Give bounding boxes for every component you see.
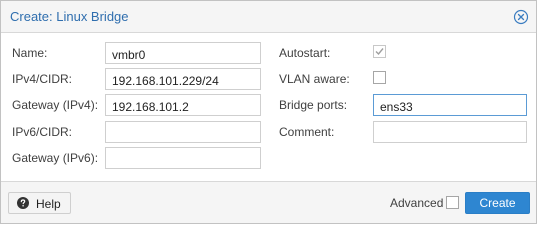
linux-bridge-dialog: Create: Linux Bridge Name: IPv4/CIDR: Ga… <box>0 0 537 224</box>
gateway-ipv6-field[interactable] <box>105 147 261 169</box>
create-button[interactable]: Create <box>465 192 530 214</box>
advanced-label: Advanced <box>390 196 444 210</box>
gateway-ipv4-label: Gateway (IPv4): <box>12 98 99 112</box>
ipv6-row: IPv6/CIDR: <box>1 121 271 143</box>
dialog-title: Create: Linux Bridge <box>10 9 129 24</box>
advanced-checkbox[interactable] <box>446 196 459 209</box>
comment-label: Comment: <box>279 125 335 139</box>
bridge-ports-row: Bridge ports: <box>271 94 537 116</box>
ipv4-row: IPv4/CIDR: <box>1 68 271 90</box>
name-field[interactable] <box>105 42 261 64</box>
gateway-ipv6-row: Gateway (IPv6): <box>1 147 271 169</box>
bridge-form: Name: IPv4/CIDR: Gateway (IPv4): IPv6/CI… <box>1 34 536 182</box>
bridge-ports-field[interactable] <box>373 94 527 116</box>
name-row: Name: <box>1 42 271 64</box>
comment-row: Comment: <box>271 121 537 143</box>
autostart-checkbox[interactable] <box>373 45 386 58</box>
dialog-titlebar[interactable]: Create: Linux Bridge <box>1 1 536 33</box>
ipv6-field[interactable] <box>105 121 261 143</box>
gateway-ipv6-label: Gateway (IPv6): <box>12 151 99 165</box>
help-button[interactable]: Help <box>8 192 71 214</box>
ipv4-label: IPv4/CIDR: <box>12 72 73 86</box>
bridge-ports-label: Bridge ports: <box>279 98 348 112</box>
vlan-aware-row: VLAN aware: <box>271 68 537 90</box>
checkmark-icon <box>375 48 384 56</box>
dialog-footer: Help Advanced Create <box>1 181 536 223</box>
comment-field[interactable] <box>373 121 527 143</box>
question-circle-icon <box>17 197 29 209</box>
autostart-label: Autostart: <box>279 46 331 60</box>
close-icon[interactable] <box>513 9 529 25</box>
autostart-row: Autostart: <box>271 42 537 64</box>
vlan-aware-label: VLAN aware: <box>279 72 350 86</box>
help-label: Help <box>36 197 61 211</box>
gateway-ipv4-row: Gateway (IPv4): <box>1 94 271 116</box>
gateway-ipv4-field[interactable] <box>105 94 261 116</box>
ipv6-label: IPv6/CIDR: <box>12 125 73 139</box>
ipv4-field[interactable] <box>105 68 261 90</box>
name-label: Name: <box>12 46 48 60</box>
vlan-aware-checkbox[interactable] <box>373 71 386 84</box>
